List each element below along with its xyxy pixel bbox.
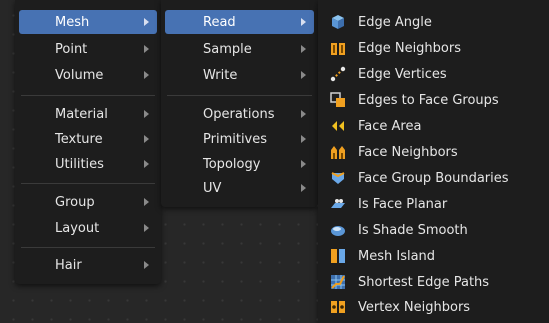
menu-separator (21, 183, 155, 184)
category-menu: Mesh Point Volume Material Texture Utili… (15, 0, 161, 284)
menu-item-label: Is Shade Smooth (358, 222, 468, 238)
menu-item-volume[interactable]: Volume (19, 63, 157, 87)
menu-separator (167, 95, 312, 96)
menu-item-topology[interactable]: Topology (165, 152, 314, 176)
shortest-edge-paths-icon (330, 274, 346, 290)
menu-item-hair[interactable]: Hair (19, 253, 157, 277)
menu-item-label: Edge Neighbors (358, 40, 461, 56)
menu-item-label: Shortest Edge Paths (358, 274, 490, 290)
menu-item-label: Edges to Face Groups (358, 92, 499, 108)
menu-item-label: Utilities (55, 156, 104, 172)
menu-item-label: Face Neighbors (358, 144, 458, 160)
submenu-arrow-icon (144, 160, 149, 168)
menu-item-label: UV (203, 180, 222, 196)
submenu-arrow-icon (301, 110, 306, 118)
menu-item-label: Is Face Planar (358, 196, 448, 212)
edge-neighbors-icon (330, 40, 346, 56)
menu-item-label: Point (55, 41, 88, 57)
menu-item-operations[interactable]: Operations (165, 102, 314, 126)
submenu-arrow-icon (144, 18, 149, 26)
submenu-arrow-icon (301, 71, 306, 79)
menu-item-face-neighbors[interactable]: Face Neighbors (322, 140, 545, 164)
menu-item-shortest-edge-paths[interactable]: Shortest Edge Paths (322, 270, 545, 294)
menu-item-label: Vertex Neighbors (358, 299, 471, 315)
menu-separator (21, 247, 155, 248)
submenu-arrow-icon (301, 135, 306, 143)
menu-item-edge-neighbors[interactable]: Edge Neighbors (322, 36, 545, 60)
menu-item-primitives[interactable]: Primitives (165, 127, 314, 151)
menu-item-label: Primitives (203, 131, 268, 147)
menu-item-label: Edge Angle (358, 14, 432, 30)
submenu-arrow-icon (144, 45, 149, 53)
menu-item-read[interactable]: Read (165, 10, 314, 34)
menu-item-label: Sample (203, 41, 252, 57)
menu-item-is-face-planar[interactable]: Is Face Planar (322, 192, 545, 216)
menu-item-texture[interactable]: Texture (19, 127, 157, 151)
menu-item-layout[interactable]: Layout (19, 216, 157, 240)
menu-item-label: Edge Vertices (358, 66, 447, 82)
menu-separator (21, 95, 155, 96)
submenu-arrow-icon (144, 71, 149, 79)
edge-angle-icon (330, 14, 346, 30)
menu-item-utilities[interactable]: Utilities (19, 152, 157, 176)
menu-item-group[interactable]: Group (19, 190, 157, 214)
submenu-arrow-icon (144, 261, 149, 269)
vertex-neighbors-icon (330, 299, 346, 315)
read-submenu: Edge Angle Edge Neighbors Edge Vertices … (318, 0, 549, 323)
face-group-boundaries-icon (330, 170, 346, 186)
menu-item-edge-angle[interactable]: Edge Angle (322, 10, 545, 34)
submenu-arrow-icon (144, 224, 149, 232)
menu-item-label: Face Group Boundaries (358, 170, 509, 186)
menu-item-edge-vertices[interactable]: Edge Vertices (322, 62, 545, 86)
menu-item-material[interactable]: Material (19, 102, 157, 126)
is-shade-smooth-icon (330, 222, 346, 238)
menu-item-sample[interactable]: Sample (165, 37, 314, 61)
menu-item-label: Face Area (358, 118, 422, 134)
menu-item-edges-to-face-groups[interactable]: Edges to Face Groups (322, 88, 545, 112)
menu-item-label: Hair (55, 257, 82, 273)
menu-item-label: Volume (55, 67, 104, 83)
menu-item-label: Write (203, 67, 238, 83)
menu-item-mesh[interactable]: Mesh (19, 10, 157, 34)
submenu-arrow-icon (144, 110, 149, 118)
submenu-arrow-icon (144, 135, 149, 143)
menu-item-label: Material (55, 106, 108, 122)
menu-item-mesh-island[interactable]: Mesh Island (322, 244, 545, 268)
menu-item-face-area[interactable]: Face Area (322, 114, 545, 138)
menu-item-label: Texture (55, 131, 103, 147)
mesh-island-icon (330, 248, 346, 264)
menu-item-vertex-neighbors[interactable]: Vertex Neighbors (322, 295, 545, 319)
menu-item-label: Read (203, 14, 236, 30)
edge-vertices-icon (330, 66, 346, 82)
mesh-submenu: Read Sample Write Operations Primitives … (161, 0, 318, 207)
face-neighbors-icon (330, 144, 346, 160)
menu-item-label: Layout (55, 220, 100, 236)
menu-item-label: Mesh Island (358, 248, 436, 264)
menu-item-label: Operations (203, 106, 275, 122)
menu-item-label: Mesh (55, 14, 90, 30)
menu-item-is-shade-smooth[interactable]: Is Shade Smooth (322, 218, 545, 242)
submenu-arrow-icon (301, 184, 306, 192)
submenu-arrow-icon (301, 45, 306, 53)
submenu-arrow-icon (301, 160, 306, 168)
menu-item-write[interactable]: Write (165, 63, 314, 87)
menu-item-point[interactable]: Point (19, 37, 157, 61)
menu-item-label: Topology (203, 156, 261, 172)
edges-to-face-groups-icon (330, 92, 346, 108)
face-area-icon (330, 118, 346, 134)
menu-item-uv[interactable]: UV (165, 176, 314, 200)
submenu-arrow-icon (301, 18, 306, 26)
submenu-arrow-icon (144, 198, 149, 206)
menu-item-face-group-boundaries[interactable]: Face Group Boundaries (322, 166, 545, 190)
menu-item-label: Group (55, 194, 95, 210)
is-face-planar-icon (330, 196, 346, 212)
